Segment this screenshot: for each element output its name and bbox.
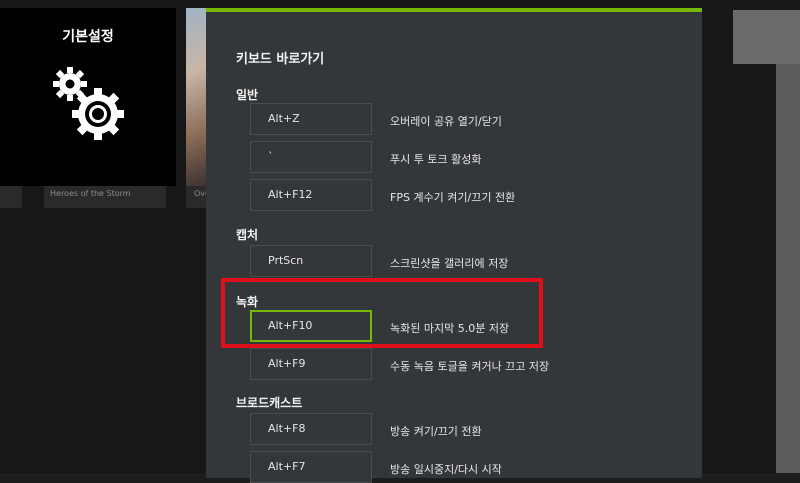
keyboard-shortcuts-dialog: 키보드 바로가기 일반 Alt+Z 오버레이 공유 열기/닫기 ` 푸시 투 토… <box>206 8 702 483</box>
shortcut-key-field[interactable]: PrtScn <box>250 245 372 277</box>
shortcut-description: 방송 켜기/끄기 전환 <box>390 425 482 438</box>
shortcut-key-field[interactable]: Alt+F8 <box>250 413 372 445</box>
shortcut-description: 푸시 투 토크 활성화 <box>390 153 482 166</box>
shortcut-description: 방송 일시중지/다시 시작 <box>390 463 502 476</box>
shortcut-key-field[interactable]: Alt+F7 <box>250 451 372 483</box>
shortcut-description: 수동 녹음 토글을 켜거나 끄고 저장 <box>390 360 550 373</box>
shortcut-key-field[interactable]: Alt+F12 <box>250 179 372 211</box>
game-card-label[interactable]: Heroes of the Storm <box>44 186 166 208</box>
settings-tile[interactable]: 기본설정 <box>0 8 176 186</box>
shortcut-key-field[interactable]: Alt+F9 <box>250 348 372 380</box>
shortcut-key-field[interactable]: ` <box>250 141 372 173</box>
shortcut-description: 스크린샷을 갤러리에 저장 <box>390 257 509 270</box>
dialog-title: 키보드 바로가기 <box>236 52 325 67</box>
shortcut-description: FPS 계수기 켜기/끄기 전환 <box>390 191 516 204</box>
gears-icon <box>48 64 132 148</box>
game-card-partial <box>0 186 22 208</box>
shortcut-description: 오버레이 공유 열기/닫기 <box>390 115 502 128</box>
section-broadcast-label: 브로드캐스트 <box>236 396 303 410</box>
shortcut-key-field[interactable]: Alt+Z <box>250 103 372 135</box>
annotation-highlight-box <box>221 278 543 348</box>
settings-title: 기본설정 <box>62 29 114 45</box>
scrollbar[interactable] <box>776 64 800 473</box>
section-general-label: 일반 <box>236 88 259 102</box>
right-panel-block <box>733 10 800 64</box>
section-capture-label: 캡처 <box>236 228 259 242</box>
game-card-label[interactable]: Ove <box>186 186 210 208</box>
